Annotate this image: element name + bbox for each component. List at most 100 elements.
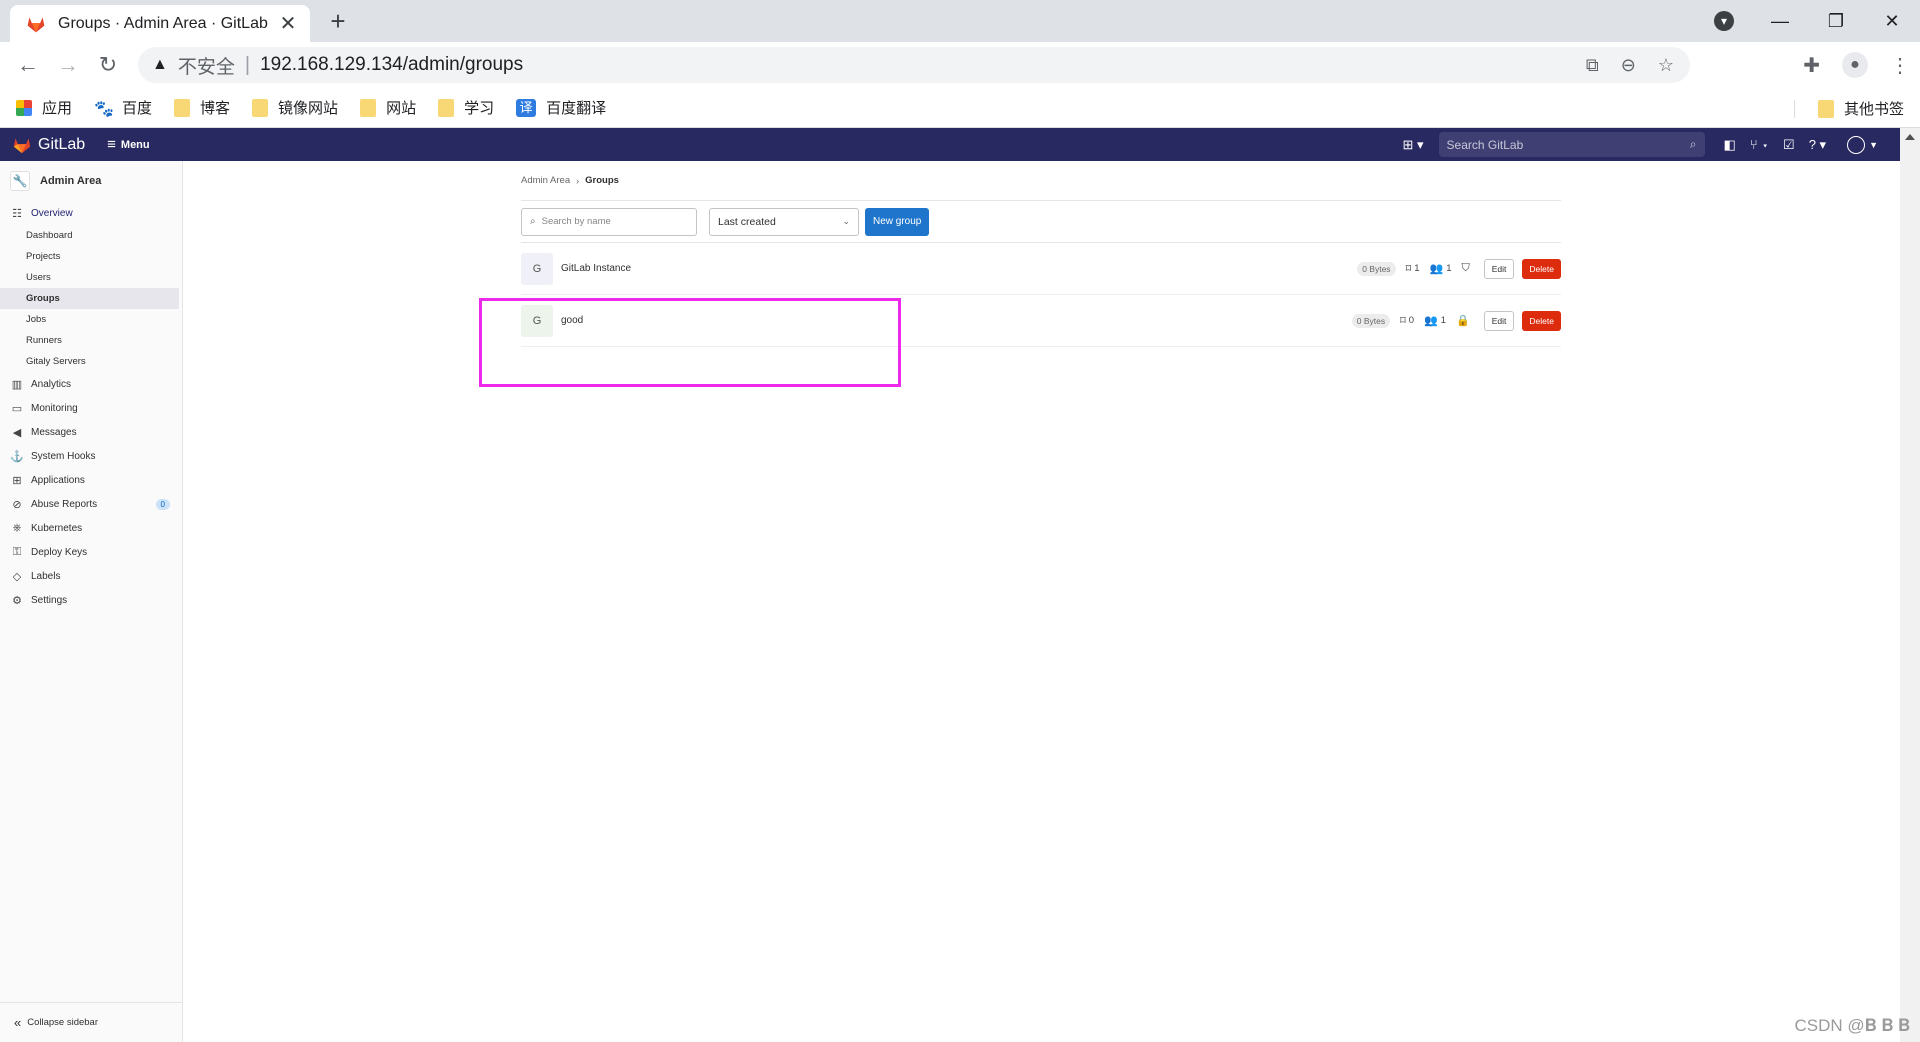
sidebar-item-dashboard[interactable]: Dashboard — [0, 225, 182, 246]
group-search-input[interactable] — [541, 216, 682, 227]
sidebar-item-label: Overview — [31, 207, 73, 219]
sidebar-item-deploy-keys[interactable]: ⚿ Deploy Keys — [0, 540, 182, 564]
filter-bar: ⌕ Last created ⌄ New group — [521, 201, 1561, 243]
browser-tab[interactable]: Groups · Admin Area · GitLab ✕ — [10, 5, 310, 42]
chrome-profile-icon[interactable]: ● — [1842, 52, 1868, 78]
folder-icon — [252, 98, 269, 117]
user-avatar-icon[interactable] — [1847, 135, 1866, 154]
sidebar-item-applications[interactable]: ⊞ Applications — [0, 468, 182, 492]
group-row[interactable]: G GitLab Instance 0 Bytes ⌑ 1 👥 1 ⛉ Edit D… — [521, 243, 1561, 295]
bookmark-label: 网站 — [386, 100, 417, 117]
vertical-scrollbar[interactable] — [1900, 128, 1920, 1042]
new-group-button[interactable]: New group — [865, 207, 930, 236]
sidebar-item-label: Deploy Keys — [31, 546, 88, 558]
bookmark-apps[interactable]: 应用 — [16, 97, 72, 118]
merge-requests-icon[interactable]: ⑂ ▾ — [1750, 137, 1769, 152]
gitlab-search[interactable]: ⌕ — [1438, 132, 1705, 157]
translate-page-icon[interactable]: ⧉ — [1586, 55, 1599, 76]
bookmark-baidu[interactable]: 🐾 百度 — [94, 97, 152, 118]
sidebar-item-users[interactable]: Users — [0, 267, 182, 288]
sidebar-item-label: Messages — [31, 426, 77, 438]
scroll-up-arrow-icon[interactable] — [1905, 134, 1915, 140]
sidebar-item-label: Kubernetes — [31, 522, 83, 534]
admin-sidebar: 🔧 Admin Area ☷ Overview Dashboard Projec… — [0, 161, 183, 1042]
back-button[interactable]: ← — [8, 52, 48, 78]
bookmark-folder-sites[interactable]: 网站 — [360, 97, 416, 118]
megaphone-icon: ◀ — [12, 426, 22, 439]
sidebar-item-system-hooks[interactable]: ⚓ System Hooks — [0, 444, 182, 468]
bookmark-star-icon[interactable]: ☆ — [1658, 55, 1674, 76]
group-name-link[interactable]: GitLab Instance — [561, 263, 1357, 274]
sidebar-header[interactable]: 🔧 Admin Area — [0, 161, 182, 201]
todos-icon[interactable]: ☑ — [1783, 137, 1795, 153]
kubernetes-icon: ⎈ — [12, 521, 22, 534]
bookmark-baidu-translate[interactable]: 译 百度翻译 — [516, 97, 606, 118]
label-icon: ◇ — [12, 570, 22, 583]
sidebar-item-runners[interactable]: Runners — [0, 330, 182, 351]
close-window-button[interactable]: ✕ — [1864, 11, 1920, 32]
browser-tabbar: Groups · Admin Area · GitLab ✕ + ▾ — ❐ ✕ — [0, 0, 1920, 42]
key-icon: ⚿ — [12, 545, 22, 558]
gitlab-search-input[interactable] — [1446, 137, 1667, 152]
url-text[interactable]: 192.168.129.134/admin/groups — [260, 54, 523, 76]
delete-button[interactable]: Delete — [1522, 310, 1561, 331]
monitor-icon: ▭ — [11, 402, 23, 415]
bookmarks-divider — [1794, 100, 1795, 118]
sidebar-item-abuse-reports[interactable]: ⊘ Abuse Reports 0 — [0, 492, 182, 516]
group-search-box[interactable]: ⌕ — [521, 207, 697, 236]
sort-dropdown[interactable]: Last created ⌄ — [709, 207, 859, 236]
omnibox-separator: | — [244, 53, 251, 76]
address-bar[interactable]: ▲ 不安全 | 192.168.129.134/admin/groups ⧉ ⊖… — [138, 47, 1690, 83]
group-avatar[interactable]: G — [521, 252, 553, 285]
project-count-value: 1 — [1414, 263, 1420, 274]
tab-close-icon[interactable]: ✕ — [278, 11, 298, 36]
sidebar-item-label: Monitoring — [31, 402, 78, 414]
breadcrumb-groups[interactable]: Groups — [585, 175, 619, 186]
window-controls: ▾ — ❐ ✕ — [1714, 0, 1920, 42]
sidebar-item-analytics[interactable]: ▥ Analytics — [0, 372, 182, 396]
sidebar-item-settings[interactable]: ⚙ Settings — [0, 588, 182, 612]
search-icon: ⌕ — [1689, 137, 1697, 151]
issues-icon[interactable]: ◧ — [1724, 137, 1736, 153]
sidebar-item-jobs[interactable]: Jobs — [0, 309, 182, 330]
edit-button[interactable]: Edit — [1483, 258, 1515, 279]
users-icon: 👥 — [1429, 263, 1444, 275]
bookmark-folder-mirror[interactable]: 镜像网站 — [252, 97, 338, 118]
wrench-icon: 🔧 — [10, 171, 30, 191]
abuse-icon: ⊘ — [12, 498, 22, 511]
tab-search-icon[interactable]: ▾ — [1714, 11, 1734, 31]
sidebar-item-labels[interactable]: ◇ Labels — [0, 564, 182, 588]
menu-button[interactable]: ≡ Menu — [107, 136, 150, 153]
bookmark-folder-study[interactable]: 学习 — [438, 97, 494, 118]
chrome-menu-icon[interactable]: ⋮ — [1890, 53, 1910, 78]
forward-button[interactable]: → — [48, 52, 88, 78]
delete-button[interactable]: Delete — [1522, 258, 1561, 279]
gitlab-logo-text: GitLab — [38, 135, 86, 153]
new-tab-button[interactable]: + — [324, 8, 352, 34]
warning-triangle-icon[interactable]: ▲ — [152, 56, 168, 74]
sidebar-item-monitoring[interactable]: ▭ Monitoring — [0, 396, 182, 420]
sidebar-item-messages[interactable]: ◀ Messages — [0, 420, 182, 444]
collapse-sidebar-button[interactable]: « Collapse sidebar — [0, 1002, 183, 1042]
sidebar-title: Admin Area — [40, 175, 102, 187]
bookmark-folder-blog[interactable]: 博客 — [174, 97, 230, 118]
reload-button[interactable]: ↻ — [88, 52, 128, 78]
zoom-icon[interactable]: ⊖ — [1621, 55, 1636, 76]
gitlab-top-nav: GitLab ≡ Menu ⊞ ▾ ⌕ ◧ ⑂ ▾ ☑ ? ▾ ▼ — [0, 128, 1900, 161]
chevron-down-icon[interactable]: ▼ — [1869, 140, 1878, 150]
gitlab-logo[interactable]: GitLab — [12, 136, 85, 154]
sidebar-item-projects[interactable]: Projects — [0, 246, 182, 267]
sidebar-item-gitaly-servers[interactable]: Gitaly Servers — [0, 351, 182, 372]
restore-button[interactable]: ❐ — [1808, 11, 1864, 32]
sidebar-item-overview[interactable]: ☷ Overview — [0, 201, 182, 225]
sidebar-item-kubernetes[interactable]: ⎈ Kubernetes — [0, 516, 182, 540]
help-icon[interactable]: ? ▾ — [1809, 137, 1826, 153]
edit-button[interactable]: Edit — [1483, 310, 1515, 331]
extensions-puzzle-icon[interactable]: ✚ — [1803, 53, 1820, 78]
other-bookmarks[interactable]: 其他书签 — [1817, 98, 1904, 119]
sidebar-item-groups[interactable]: Groups — [0, 288, 179, 309]
breadcrumb-admin-area[interactable]: Admin Area — [521, 175, 570, 186]
create-new-icon[interactable]: ⊞ ▾ — [1403, 137, 1424, 153]
highlight-annotation-box — [479, 298, 901, 387]
minimize-button[interactable]: — — [1752, 11, 1808, 32]
